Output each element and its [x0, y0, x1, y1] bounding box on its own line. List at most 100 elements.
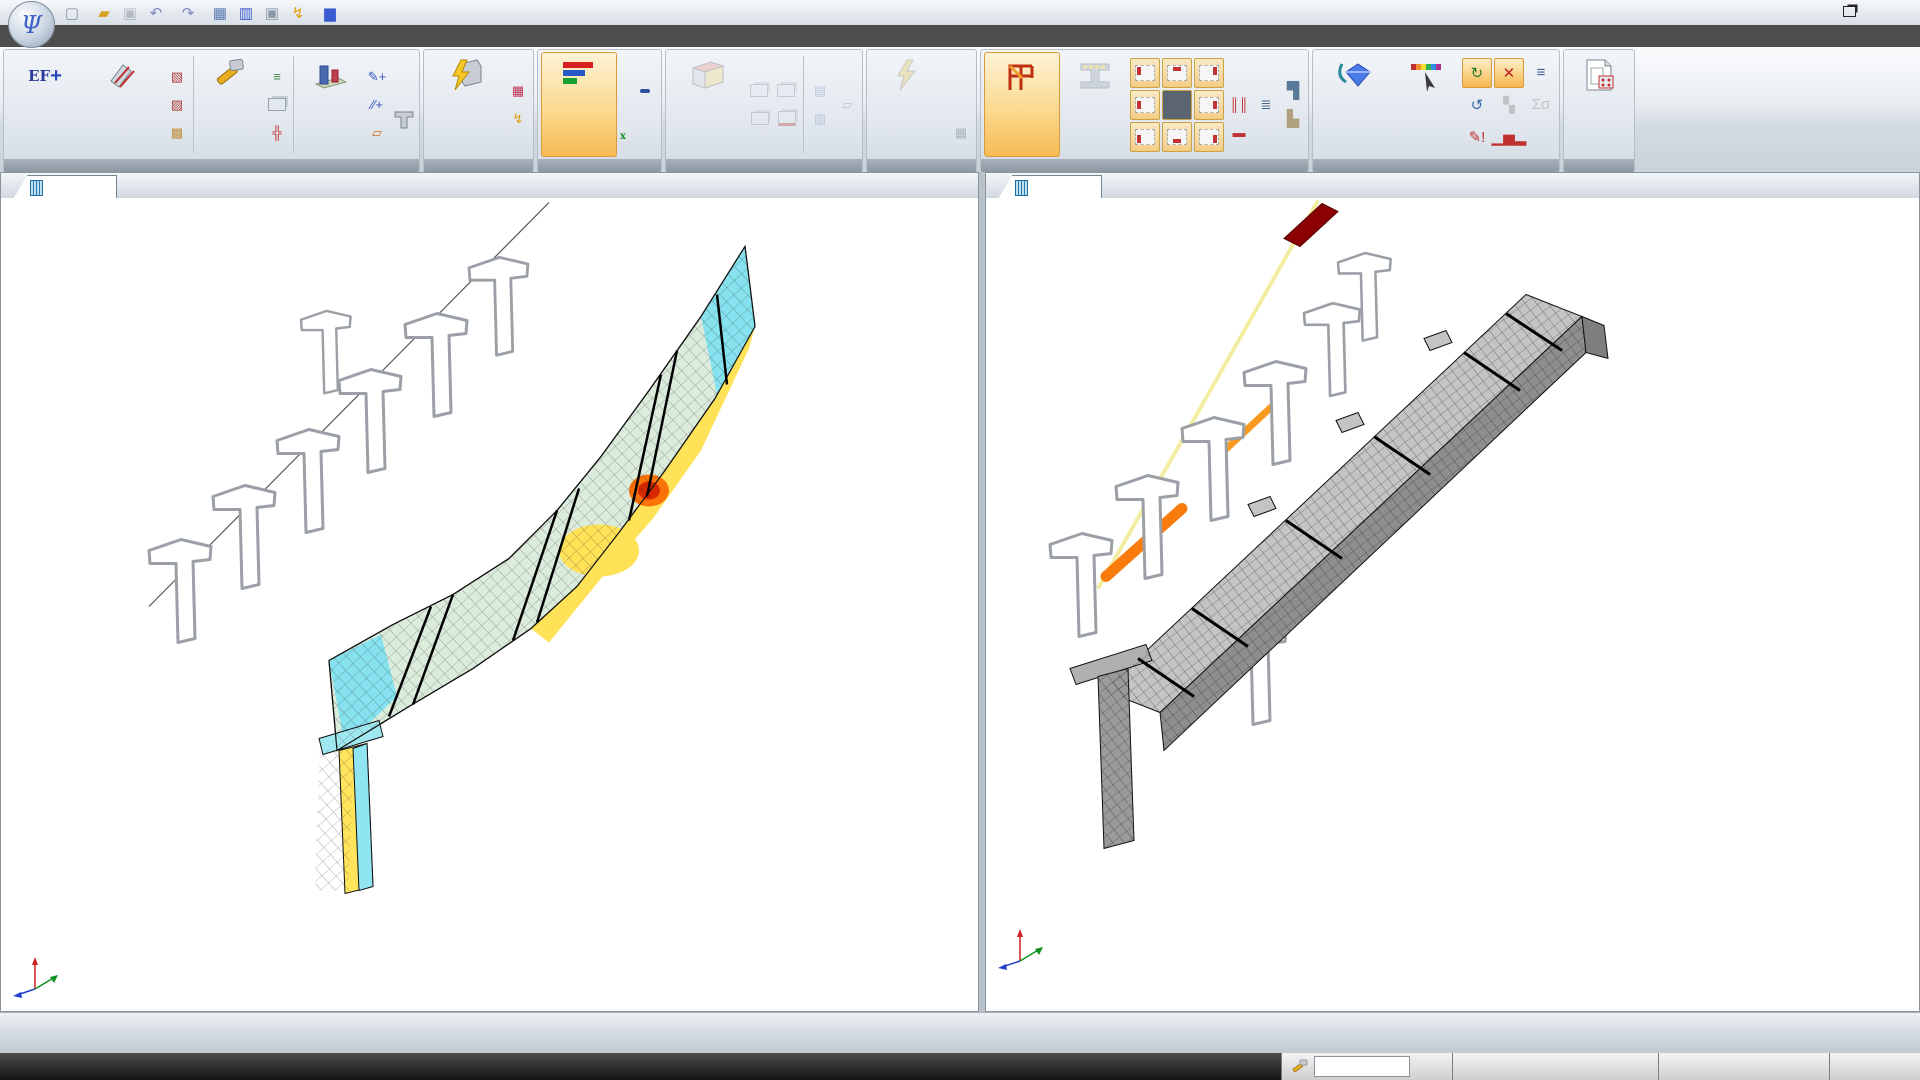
symmetry-button[interactable] [1063, 52, 1127, 157]
save-button[interactable]: ▣ [120, 3, 140, 23]
sum-sigma-button[interactable]: Σσ [1526, 90, 1556, 120]
left-viewport-tabbar [0, 172, 979, 200]
aswu-button[interactable] [949, 65, 973, 89]
task-selector-field [1281, 1053, 1452, 1080]
add-pen-button[interactable]: ✎+ [365, 65, 389, 89]
ruler-t-button[interactable] [1254, 65, 1278, 89]
ka-button[interactable] [949, 93, 973, 117]
scale-button[interactable] [1395, 52, 1459, 157]
section-top-right-button[interactable] [1194, 58, 1224, 88]
new-file-button[interactable]: ▢ [62, 3, 82, 23]
t-beam-button[interactable] [392, 107, 416, 131]
add-needles-button[interactable]: ∕∕+ [365, 93, 389, 117]
minimize-button[interactable] [1784, 1, 1810, 21]
abacus-button[interactable]: ≡ [1526, 58, 1556, 88]
group-bar-reinforcement: ║║ ▬ ≣ ▜ ▙ [980, 49, 1309, 173]
lightning-grid-button[interactable]: ↯ [506, 107, 530, 131]
percent-button[interactable] [1227, 65, 1251, 89]
punching-table-button[interactable]: ▦ [949, 121, 973, 145]
punching-run-button[interactable] [870, 52, 946, 157]
left-viewport-tab[interactable] [13, 175, 117, 199]
clear-results-button[interactable]: ✕ [1494, 58, 1524, 88]
snapshot-button[interactable]: ▣ [262, 3, 282, 23]
blocks-button[interactable] [298, 52, 362, 157]
reinforce-corner-2-button[interactable]: ▨ [165, 93, 189, 117]
section-bottom-left-button[interactable] [1130, 122, 1160, 152]
documentation-button[interactable] [1567, 52, 1631, 157]
right-viewport-tab[interactable] [998, 175, 1102, 199]
reinforce-corner-1-button[interactable]: ▧ [165, 65, 189, 89]
horizontal-bar-button[interactable]: ▬ [1227, 121, 1251, 145]
mosaic-cuts-button[interactable] [669, 52, 745, 157]
redo-button[interactable]: ↷ [178, 3, 198, 23]
app-logo[interactable]: Ψ [8, 1, 55, 48]
section-sum-button[interactable] [1162, 90, 1192, 120]
quick-access-toolbar: ▢ ▰ ▣ ↶ ↷ ▦ ▥ ▣ ↯ ▆ [62, 1, 346, 24]
as-fire-button[interactable] [634, 107, 658, 131]
torsion-button[interactable]: x [620, 119, 631, 145]
crack-additional-button[interactable] [620, 92, 625, 118]
epure-mosaic-button[interactable] [984, 52, 1060, 157]
plate-x-button[interactable] [748, 79, 772, 103]
right-canvas[interactable] [985, 198, 1920, 1012]
variant-list-button[interactable]: ≡ [265, 65, 289, 89]
red-grid-button[interactable]: ╬ [265, 121, 289, 145]
vertical-bars-button[interactable]: ║║ [1227, 93, 1251, 117]
color-scale-icon [1409, 58, 1445, 94]
histogram-button[interactable]: ▁▅▂ [1494, 122, 1524, 152]
close-button[interactable] [1888, 1, 1914, 21]
plate-cube2-button[interactable] [775, 107, 799, 131]
stairs-button[interactable]: ▚ [1494, 90, 1524, 120]
zero-frame-button[interactable] [634, 79, 658, 103]
elements-counter [1658, 1053, 1829, 1080]
stamp-button[interactable]: ▱ [365, 121, 389, 145]
eraser-button[interactable]: ▱ [835, 93, 859, 117]
volume-block-button[interactable] [265, 93, 289, 117]
plates-ks-button[interactable] [835, 121, 859, 145]
column-capital-top-button[interactable]: ▜ [1281, 79, 1305, 103]
refresh-results-button[interactable]: ↻ [1462, 58, 1492, 88]
book-button[interactable]: ▥ [236, 3, 256, 23]
open-in-sapfir-button[interactable] [1316, 52, 1392, 157]
plate-stack1-button[interactable]: ▤ [808, 79, 832, 103]
section-top-button[interactable] [1162, 58, 1192, 88]
review-list-button[interactable]: ≣ [1254, 93, 1278, 117]
model-view-button[interactable]: ▦ [210, 3, 230, 23]
results-chart-button[interactable]: ▆ [320, 3, 340, 23]
section-bottom-button[interactable] [1162, 122, 1192, 152]
cube-icon [268, 98, 286, 111]
section-bottom-right-button[interactable] [1194, 122, 1224, 152]
undo-button[interactable]: ↶ [146, 3, 166, 23]
plate-cube1-button[interactable] [748, 107, 772, 131]
given-reinforcement-button[interactable] [86, 52, 162, 157]
aaa-ruler-button[interactable] [835, 65, 859, 89]
column-capital-bottom-button[interactable]: ▙ [1281, 107, 1305, 131]
full-reinforcement-button[interactable] [541, 52, 617, 157]
group-label [424, 159, 533, 172]
variants-button[interactable] [198, 52, 262, 157]
section-right-button[interactable] [1194, 90, 1224, 120]
restore-button[interactable] [1836, 1, 1862, 21]
loadcase-select[interactable] [1314, 1056, 1410, 1077]
plate-stack2-button[interactable]: ▥ [808, 107, 832, 131]
open-file-button[interactable]: ▰ [94, 3, 114, 23]
section-left-button[interactable] [1130, 90, 1160, 120]
stiffness-button[interactable]: EF+ [7, 52, 83, 157]
query-grid-button[interactable] [1526, 122, 1556, 152]
section-top-left-button[interactable] [1130, 58, 1160, 88]
reinforce-corner-3-button[interactable]: ▩ [165, 121, 189, 145]
ip-button[interactable] [392, 79, 416, 103]
refresh-scale-button[interactable]: ↺ [1462, 90, 1492, 120]
pencil-alert-button[interactable]: ✎! [1462, 122, 1492, 152]
run-calculation-quick-button[interactable]: ↯ [288, 3, 308, 23]
calculation-run-button[interactable] [427, 52, 503, 157]
group-calculation: ▦ ↯ [423, 49, 534, 173]
left-canvas[interactable] [0, 198, 979, 1012]
plate-y-button[interactable] [775, 79, 799, 103]
ribbon-tabbar-right [1882, 25, 1912, 47]
right-viewport [985, 172, 1920, 1012]
as-bars-icon [561, 58, 597, 94]
bars-ks-button[interactable] [1254, 121, 1278, 145]
frame-grid-button[interactable]: ▦ [506, 79, 530, 103]
strength-button[interactable] [620, 65, 625, 91]
